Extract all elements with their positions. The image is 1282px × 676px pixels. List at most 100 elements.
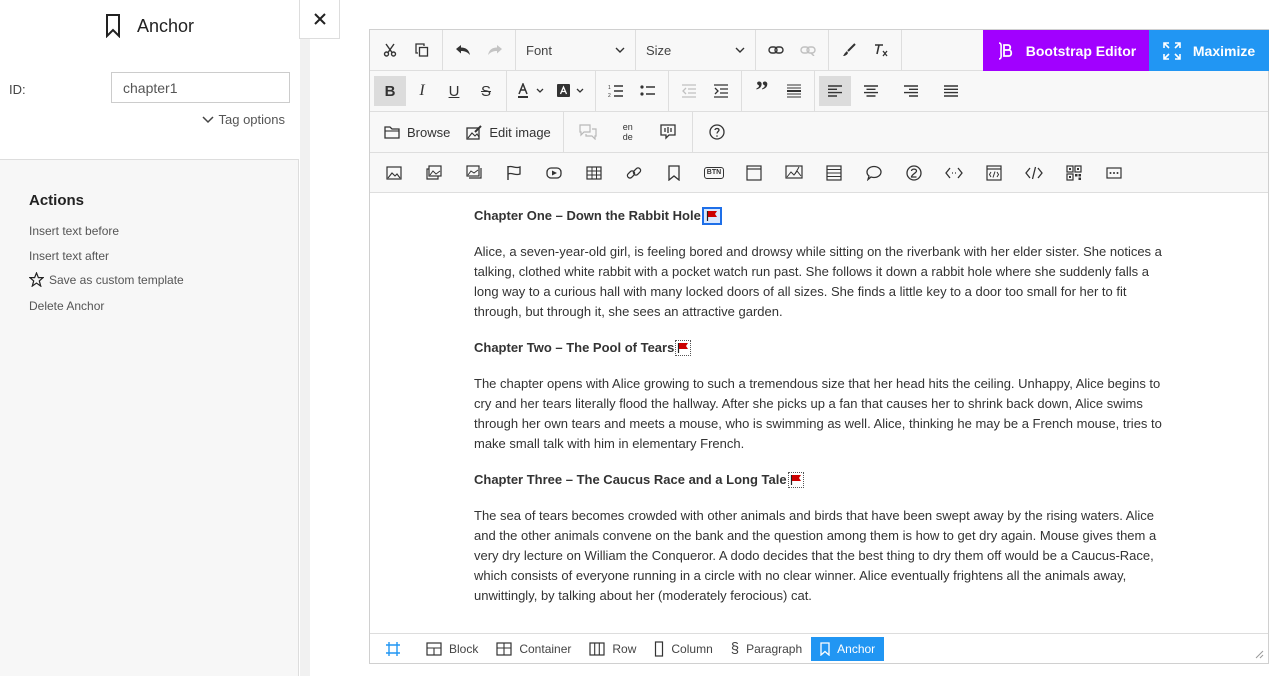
list-group-icon xyxy=(826,164,842,181)
insert-text-after-action[interactable]: Insert text after xyxy=(29,249,109,263)
image-banner-icon xyxy=(785,165,803,179)
tag-options-toggle[interactable]: Tag options xyxy=(201,112,285,127)
crumb-anchor[interactable]: Anchor xyxy=(811,636,885,661)
blockquote-button[interactable]: ” xyxy=(746,76,778,106)
insert-jumbotron-button[interactable] xyxy=(774,158,814,188)
chapter-paragraph[interactable]: The chapter opens with Alice growing to … xyxy=(474,374,1170,454)
speech-button[interactable] xyxy=(648,117,688,147)
cut-button[interactable] xyxy=(374,35,406,65)
align-justify-icon xyxy=(944,85,958,97)
translate-button[interactable]: en de xyxy=(608,117,648,147)
outdent-button[interactable] xyxy=(673,76,705,106)
copy-button[interactable] xyxy=(406,35,438,65)
maximize-button[interactable]: Maximize xyxy=(1149,30,1269,71)
insert-embed-button[interactable] xyxy=(974,158,1014,188)
align-left-icon xyxy=(828,85,842,97)
quote-icon: ” xyxy=(755,76,769,105)
chevron-down-icon xyxy=(615,47,625,53)
align-justify-button[interactable] xyxy=(931,76,971,106)
insert-anchor-button[interactable] xyxy=(654,158,694,188)
insert-popover-button[interactable] xyxy=(854,158,894,188)
lang-top: en xyxy=(622,122,633,132)
btn-badge-text: BTN xyxy=(706,168,722,176)
bullet-list-button[interactable] xyxy=(632,76,664,106)
select-all-button[interactable] xyxy=(376,637,417,661)
link-button[interactable] xyxy=(760,35,792,65)
bold-button[interactable]: B xyxy=(374,76,406,106)
bootstrap-editor-button[interactable]: Bootstrap Editor xyxy=(983,30,1149,71)
insert-carousel-button[interactable] xyxy=(454,158,494,188)
close-sidebar-button[interactable] xyxy=(299,0,340,39)
insert-video-button[interactable] xyxy=(534,158,574,188)
text-color-button[interactable] xyxy=(511,76,551,106)
insert-list-group-button[interactable] xyxy=(814,158,854,188)
comment-button[interactable] xyxy=(568,117,608,147)
anchor-marker[interactable] xyxy=(675,340,692,356)
save-custom-template-action[interactable]: Save as custom template xyxy=(29,272,184,287)
section-sign-icon: § xyxy=(730,640,740,657)
crumb-container[interactable]: Container xyxy=(487,637,580,661)
help-button[interactable] xyxy=(697,117,737,147)
folder-icon xyxy=(384,126,400,139)
horizontal-rule-button[interactable] xyxy=(778,76,810,106)
undo-button[interactable] xyxy=(447,35,479,65)
unlink-button[interactable] xyxy=(792,35,824,65)
redo-button[interactable] xyxy=(479,35,511,65)
chapter-heading[interactable]: Chapter Two – The Pool of Tears xyxy=(474,338,1170,358)
insert-button-button[interactable]: BTN xyxy=(694,158,734,188)
chapter-paragraph[interactable]: The sea of tears becomes crowded with ot… xyxy=(474,506,1170,606)
maximize-label: Maximize xyxy=(1192,42,1256,59)
anchor-marker[interactable] xyxy=(787,472,804,488)
background-color-icon xyxy=(557,84,584,97)
crumb-block[interactable]: Block xyxy=(417,637,487,661)
row-icon xyxy=(589,641,605,656)
size-select[interactable]: Size xyxy=(636,30,756,70)
crumb-row[interactable]: Row xyxy=(580,637,645,661)
delete-anchor-action[interactable]: Delete Anchor xyxy=(29,299,104,313)
chapter-title: Chapter Three – The Caucus Race and a Lo… xyxy=(474,472,787,487)
id-input[interactable] xyxy=(111,72,290,103)
indent-button[interactable] xyxy=(705,76,737,106)
crumb-label: Container xyxy=(519,641,572,656)
italic-icon: I xyxy=(419,82,425,99)
more-button[interactable] xyxy=(1094,158,1134,188)
insert-text-before-action[interactable]: Insert text before xyxy=(29,224,119,238)
text-color-icon xyxy=(518,83,544,98)
insert-badge-button[interactable] xyxy=(894,158,934,188)
anchor-marker-selected[interactable] xyxy=(701,207,722,225)
code-brackets-icon xyxy=(945,167,963,178)
insert-flag-button[interactable] xyxy=(494,158,534,188)
source-code-button[interactable] xyxy=(1014,158,1054,188)
insert-card-button[interactable] xyxy=(734,158,774,188)
clear-format-button[interactable] xyxy=(865,35,897,65)
chapter-heading[interactable]: Chapter One – Down the Rabbit Hole xyxy=(474,206,1170,226)
insert-image-button[interactable] xyxy=(374,158,414,188)
strikethrough-button[interactable]: S xyxy=(470,76,502,106)
format-painter-button[interactable] xyxy=(833,35,865,65)
browse-button[interactable]: Browse xyxy=(376,117,458,147)
browse-label: Browse xyxy=(407,124,451,140)
chapter-paragraph[interactable]: Alice, a seven-year-old girl, is feeling… xyxy=(474,242,1170,322)
font-select[interactable]: Font xyxy=(516,30,636,70)
insert-code-snippet-button[interactable] xyxy=(934,158,974,188)
chapter-heading[interactable]: Chapter Three – The Caucus Race and a Lo… xyxy=(474,470,1170,490)
insert-gallery-button[interactable] xyxy=(414,158,454,188)
insert-link-button[interactable] xyxy=(614,158,654,188)
crumb-column[interactable]: Column xyxy=(645,637,721,661)
align-center-button[interactable] xyxy=(851,76,891,106)
image-edit-icon xyxy=(466,124,483,140)
background-color-button[interactable] xyxy=(551,76,591,106)
editor-content[interactable]: Chapter One – Down the Rabbit Hole Alice… xyxy=(474,206,1170,622)
insert-table-button[interactable] xyxy=(574,158,614,188)
numbered-list-button[interactable]: 12 xyxy=(600,76,632,106)
edit-image-button[interactable]: Edit image xyxy=(458,117,558,147)
align-right-button[interactable] xyxy=(891,76,931,106)
align-left-button[interactable] xyxy=(819,76,851,106)
block-icon xyxy=(426,641,442,656)
qr-code-button[interactable] xyxy=(1054,158,1094,188)
resize-handle-icon[interactable] xyxy=(1254,649,1264,659)
italic-button[interactable]: I xyxy=(406,76,438,106)
crumb-paragraph[interactable]: § Paragraph xyxy=(722,637,811,661)
action-label: Insert text before xyxy=(29,224,120,238)
underline-button[interactable]: U xyxy=(438,76,470,106)
